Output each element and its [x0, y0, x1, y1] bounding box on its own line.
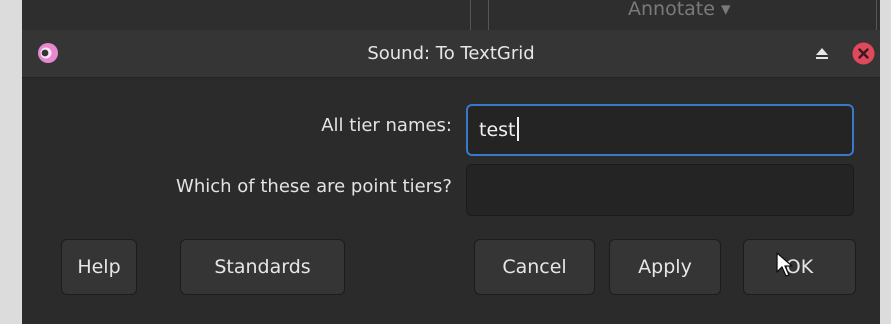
background-window-edge	[0, 0, 22, 324]
mouse-pointer-icon	[776, 252, 793, 277]
tier-names-input[interactable]: test	[466, 104, 854, 156]
ok-button[interactable]: OK	[743, 239, 856, 295]
point-tiers-input[interactable]	[466, 164, 854, 216]
standards-button[interactable]: Standards	[180, 239, 345, 295]
eject-up-icon[interactable]	[814, 45, 830, 61]
background-window-edge	[880, 0, 891, 324]
background-app-toolbar: Annotate ▾	[0, 0, 891, 30]
annotate-menu[interactable]: Annotate ▾	[628, 0, 731, 20]
toolbar-divider	[876, 0, 877, 30]
window-title: Sound: To TextGrid	[367, 43, 535, 64]
cancel-button[interactable]: Cancel	[474, 239, 595, 295]
close-icon[interactable]	[852, 42, 875, 65]
apply-button[interactable]: Apply	[609, 239, 721, 295]
screen: Annotate ▾ Sound: To TextGrid All tier n…	[0, 0, 891, 324]
toolbar-divider	[488, 0, 489, 30]
dialog-window: Sound: To TextGrid All tier names: test …	[22, 30, 880, 324]
help-button[interactable]: Help	[61, 239, 137, 295]
tier-names-label: All tier names:	[321, 115, 452, 136]
title-bar[interactable]: Sound: To TextGrid	[22, 30, 880, 78]
toolbar-divider	[470, 0, 471, 30]
tier-names-value: test	[479, 119, 516, 141]
point-tiers-label: Which of these are point tiers?	[176, 176, 452, 197]
text-caret	[516, 116, 519, 141]
